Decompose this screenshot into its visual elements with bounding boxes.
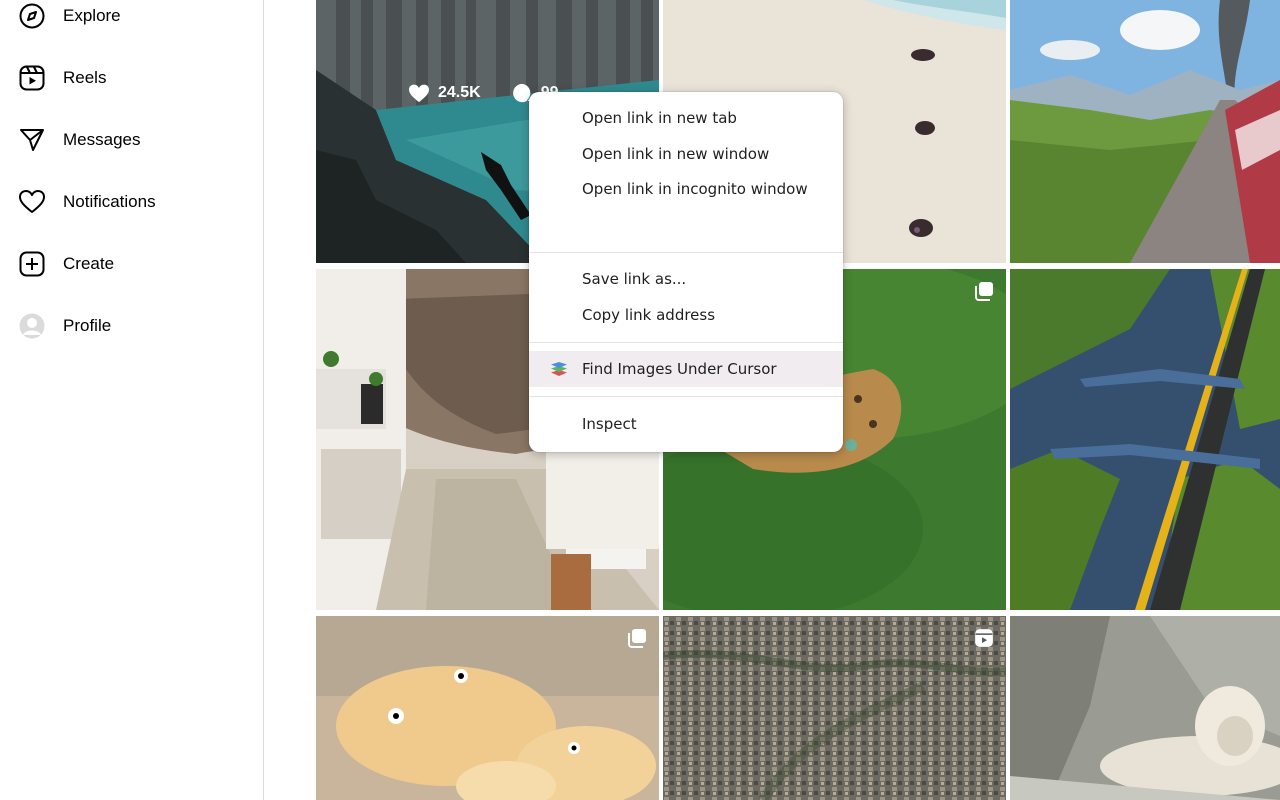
menu-item-open-new-window[interactable]: Open link in new window (529, 136, 843, 172)
post-cloud-creatures[interactable] (316, 616, 659, 800)
menu-item-open-new-tab[interactable]: Open link in new tab (529, 100, 843, 136)
sidebar-item-messages[interactable]: Messages (12, 116, 248, 164)
heart-icon (409, 84, 429, 103)
compass-icon (18, 2, 46, 30)
menu-item-copy-link[interactable]: Copy link address (529, 297, 843, 333)
avatar (18, 312, 46, 340)
post-aqueduct-highway[interactable] (1010, 269, 1280, 610)
sidebar-item-create[interactable]: Create (12, 240, 248, 288)
plus-square-icon (18, 250, 46, 278)
menu-item-open-incognito[interactable]: Open link in incognito window (529, 171, 843, 207)
carousel-icon (974, 281, 994, 301)
menu-separator (529, 396, 843, 397)
sidebar-item-reels[interactable]: Reels (12, 54, 248, 102)
sidebar-item-label: Create (63, 254, 115, 273)
menu-separator (529, 252, 843, 253)
sidebar-item-label: Messages (63, 130, 141, 149)
like-count: 24.5K (438, 84, 481, 101)
reels-icon (18, 64, 46, 92)
context-menu: Open link in new tab Open link in new wi… (529, 92, 843, 452)
post-mountain-train[interactable] (1010, 0, 1280, 263)
menu-item-inspect[interactable]: Inspect (529, 406, 843, 442)
sidebar-item-label: Explore (63, 6, 121, 25)
heart-icon (18, 188, 46, 216)
sidebar-item-label: Notifications (63, 192, 156, 211)
sidebar-item-profile[interactable]: Profile (12, 302, 248, 350)
layers-icon (551, 362, 567, 376)
sidebar: Explore Reels Messages Notifications Cre… (0, 0, 264, 800)
menu-separator (529, 342, 843, 343)
sidebar-item-label: Profile (63, 316, 112, 335)
menu-item-save-link[interactable]: Save link as... (529, 261, 843, 297)
sidebar-item-label: Reels (63, 68, 107, 87)
paper-plane-icon (18, 126, 46, 154)
sidebar-item-notifications[interactable]: Notifications (12, 178, 248, 226)
post-favela-aerial[interactable] (663, 616, 1006, 800)
menu-item-find-images[interactable]: Find Images Under Cursor (529, 351, 843, 387)
reels-icon (974, 628, 994, 648)
carousel-icon (627, 628, 647, 648)
post-white-lion[interactable] (1010, 616, 1280, 800)
sidebar-item-explore[interactable]: Explore (12, 0, 248, 40)
